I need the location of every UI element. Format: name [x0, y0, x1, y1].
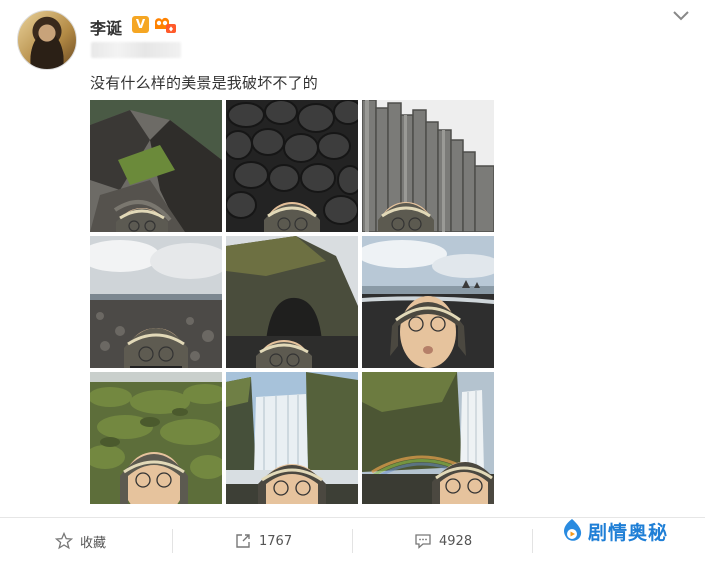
verified-badge-icon[interactable]: V — [132, 16, 149, 33]
username[interactable]: 李诞 — [90, 15, 122, 39]
action-separator — [352, 529, 353, 553]
user-avatar[interactable] — [17, 10, 77, 70]
action-separator — [172, 529, 173, 553]
star-icon — [55, 532, 73, 550]
photo-grid — [90, 100, 494, 505]
post-text: 没有什么样的美景是我破坏不了的 — [90, 74, 319, 92]
repost-button[interactable]: 1767 — [234, 528, 292, 554]
photo-7[interactable] — [90, 372, 222, 504]
photo-5[interactable] — [226, 236, 358, 368]
comment-count: 4928 — [439, 533, 473, 549]
favorite-label: 收藏 — [80, 535, 107, 551]
comment-button[interactable]: 4928 — [414, 528, 472, 554]
photo-9[interactable] — [362, 372, 494, 504]
photo-6[interactable] — [362, 236, 494, 368]
watermark-text: 剧情奥秘 — [588, 521, 669, 544]
favorite-button[interactable]: 收藏 — [55, 528, 106, 554]
watermark: 剧情奥秘 — [560, 514, 668, 548]
svg-text:♦: ♦ — [168, 26, 174, 34]
comment-icon — [415, 534, 431, 549]
photo-1[interactable] — [90, 100, 222, 232]
photo-2[interactable] — [226, 100, 358, 232]
repost-count: 1767 — [259, 533, 293, 549]
photo-8[interactable] — [226, 372, 358, 504]
watermark-logo-icon — [564, 519, 582, 541]
action-separator — [532, 529, 533, 553]
photo-3[interactable] — [362, 100, 494, 232]
chevron-down-icon[interactable] — [670, 8, 692, 24]
photo-4[interactable] — [90, 236, 222, 368]
share-icon — [236, 534, 250, 548]
weibo-post-card: 李诞 V ♦ 没有什么样的美景是我破坏不了的 收藏 1767 4928 剧情奥秘 — [0, 0, 705, 561]
vip-member-icon[interactable]: ♦ — [153, 15, 177, 34]
post-time-blurred — [91, 42, 181, 58]
